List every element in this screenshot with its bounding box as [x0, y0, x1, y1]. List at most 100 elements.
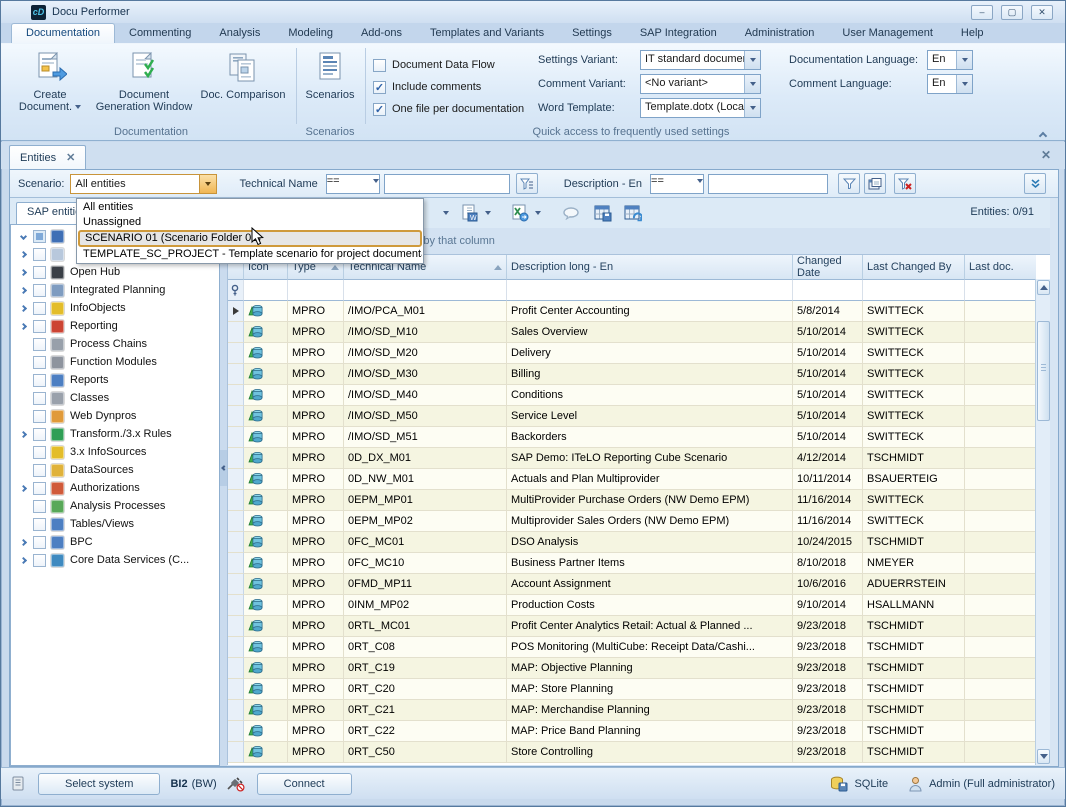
- tree-expand-icon[interactable]: [15, 234, 31, 239]
- ribbon-tab[interactable]: Analysis: [205, 24, 274, 43]
- connect-button[interactable]: Connect: [257, 773, 352, 795]
- ribbon-checkbox-row[interactable]: ✓ One file per documentation: [373, 98, 524, 120]
- chevron-down-icon[interactable]: [744, 99, 760, 117]
- tree-expand-icon[interactable]: [15, 306, 31, 311]
- table-row[interactable]: MPRO 0EPM_MP01 MultiProvider Purchase Or…: [228, 490, 1035, 511]
- ribbon-tab[interactable]: Administration: [731, 24, 829, 43]
- tree-checkbox[interactable]: [33, 482, 46, 495]
- tree-checkbox[interactable]: [33, 518, 46, 531]
- collapse-panel-icon[interactable]: [220, 450, 227, 486]
- description-input[interactable]: [708, 174, 828, 194]
- table-row[interactable]: MPRO 0D_NW_M01 Actuals and Plan Multipro…: [228, 469, 1035, 490]
- table-row[interactable]: MPRO 0RT_C21 MAP: Merchandise Planning 9…: [228, 700, 1035, 721]
- filter-cell[interactable]: [793, 279, 863, 301]
- chevron-down-icon[interactable]: [373, 175, 379, 193]
- tree-checkbox[interactable]: [33, 410, 46, 423]
- panel-close-icon[interactable]: ✕: [1041, 148, 1051, 162]
- setting-combobox[interactable]: IT standard documen...: [640, 50, 761, 70]
- filter-editor-icon[interactable]: [864, 173, 886, 194]
- scroll-down-icon[interactable]: [1037, 749, 1050, 764]
- checkbox-icon[interactable]: ✓: [373, 103, 386, 116]
- tree-item[interactable]: Authorizations: [11, 479, 219, 497]
- tree-checkbox[interactable]: [33, 464, 46, 477]
- tree-item[interactable]: Open Hub: [11, 263, 219, 281]
- table-row[interactable]: MPRO 0EPM_MP02 Multiprovider Sales Order…: [228, 511, 1035, 532]
- ribbon-tab[interactable]: Modeling: [274, 24, 347, 43]
- vertical-scrollbar[interactable]: [1035, 279, 1050, 765]
- tree-checkbox[interactable]: [33, 446, 46, 459]
- table-row[interactable]: MPRO 0FC_MC10 Business Partner Items 8/1…: [228, 553, 1035, 574]
- column-header-last-changed-by[interactable]: Last Changed By: [863, 255, 965, 280]
- table-row[interactable]: MPRO 0RT_C22 MAP: Price Band Planning 9/…: [228, 721, 1035, 742]
- chevron-down-icon[interactable]: [956, 75, 972, 93]
- document-generation-window-button[interactable]: Document Generation Window: [95, 48, 193, 124]
- filter-cell[interactable]: [244, 279, 288, 301]
- tree-item[interactable]: Process Chains: [11, 335, 219, 353]
- scenario-combobox[interactable]: All entities: [70, 174, 217, 194]
- table-row[interactable]: MPRO 0D_DX_M01 SAP Demo: ITeLO Reporting…: [228, 448, 1035, 469]
- table-row[interactable]: MPRO /IMO/SD_M20 Delivery 5/10/2014 SWIT…: [228, 343, 1035, 364]
- tree-item[interactable]: Reporting: [11, 317, 219, 335]
- dropdown-option[interactable]: TEMPLATE_SC_PROJECT - Template scenario …: [78, 247, 422, 262]
- tree-item[interactable]: InfoObjects: [11, 299, 219, 317]
- setting-combobox[interactable]: <No variant>: [640, 74, 761, 94]
- table-row[interactable]: MPRO /IMO/PCA_M01 Profit Center Accounti…: [228, 301, 1035, 322]
- table-row[interactable]: MPRO /IMO/SD_M10 Sales Overview 5/10/201…: [228, 322, 1035, 343]
- tree-checkbox[interactable]: [33, 536, 46, 549]
- tree-checkbox[interactable]: [33, 248, 46, 261]
- tree-item[interactable]: Classes: [11, 389, 219, 407]
- table-row[interactable]: MPRO 0FMD_MP11 Account Assignment 10/6/2…: [228, 574, 1035, 595]
- dropdown-caret-icon[interactable]: [485, 211, 491, 215]
- tree-checkbox[interactable]: [33, 428, 46, 441]
- description-operator[interactable]: ==: [650, 174, 704, 194]
- export-excel-icon[interactable]: [511, 204, 529, 222]
- tree-checkbox[interactable]: [33, 356, 46, 369]
- system-list-icon[interactable]: [11, 776, 26, 792]
- dropdown-caret-icon[interactable]: [443, 211, 449, 215]
- column-header-changed-date[interactable]: Changed Date: [793, 255, 863, 280]
- table-row[interactable]: MPRO /IMO/SD_M51 Backorders 5/10/2014 SW…: [228, 427, 1035, 448]
- filter-cell[interactable]: [507, 279, 793, 301]
- column-header-last-doc[interactable]: Last doc.: [965, 255, 1036, 280]
- table-row[interactable]: MPRO 0RT_C19 MAP: Objective Planning 9/2…: [228, 658, 1035, 679]
- save-layout-icon[interactable]: [594, 205, 612, 222]
- table-row[interactable]: MPRO 0RT_C20 MAP: Store Planning 9/23/20…: [228, 679, 1035, 700]
- ribbon-checkbox-row[interactable]: Document Data Flow: [373, 54, 524, 76]
- filter-cell[interactable]: [288, 279, 344, 301]
- table-row[interactable]: MPRO 0INM_MP02 Production Costs 9/10/201…: [228, 595, 1035, 616]
- language-combobox[interactable]: En: [927, 50, 973, 70]
- ribbon-checkbox-row[interactable]: ✓ Include comments: [373, 76, 524, 98]
- dropdown-option[interactable]: SCENARIO 01 (Scenario Folder 01): [78, 230, 422, 247]
- scenarios-button[interactable]: Scenarios: [301, 48, 359, 124]
- dropdown-caret-icon[interactable]: [535, 211, 541, 215]
- tree-expand-icon[interactable]: [15, 288, 31, 293]
- tree-checkbox[interactable]: [33, 338, 46, 351]
- tree-item[interactable]: Tables/Views: [11, 515, 219, 533]
- dropdown-option[interactable]: Unassigned: [78, 215, 422, 230]
- tab-entities[interactable]: Entities ✕: [9, 145, 86, 169]
- checkbox-icon[interactable]: ✓: [373, 81, 386, 94]
- ribbon-tab[interactable]: SAP Integration: [626, 24, 731, 43]
- chevron-down-icon[interactable]: [199, 175, 216, 193]
- tree-expand-icon[interactable]: [15, 324, 31, 329]
- tree-checkbox[interactable]: [33, 284, 46, 297]
- table-row[interactable]: MPRO /IMO/SD_M30 Billing 5/10/2014 SWITT…: [228, 364, 1035, 385]
- tree-item[interactable]: BPC: [11, 533, 219, 551]
- filter-icon[interactable]: [838, 173, 860, 194]
- ribbon-tab[interactable]: Help: [947, 24, 998, 43]
- checkbox-icon[interactable]: [373, 59, 386, 72]
- tree-expand-icon[interactable]: [15, 252, 31, 257]
- maximize-icon[interactable]: ▢: [1001, 5, 1023, 20]
- tab-close-icon[interactable]: ✕: [66, 151, 75, 164]
- select-system-button[interactable]: Select system: [38, 773, 160, 795]
- chevron-down-icon[interactable]: [956, 51, 972, 69]
- chevron-down-icon[interactable]: [744, 75, 760, 93]
- filter-menu-icon[interactable]: [516, 173, 538, 194]
- expand-filters-icon[interactable]: [1024, 173, 1046, 194]
- tree-checkbox[interactable]: [33, 230, 46, 243]
- tree-item[interactable]: DataSources: [11, 461, 219, 479]
- tree-item[interactable]: Reports: [11, 371, 219, 389]
- column-header-description[interactable]: Description long - En: [507, 255, 793, 280]
- setting-combobox[interactable]: Template.dotx (Local): [640, 98, 761, 118]
- tree-item[interactable]: Web Dynpros: [11, 407, 219, 425]
